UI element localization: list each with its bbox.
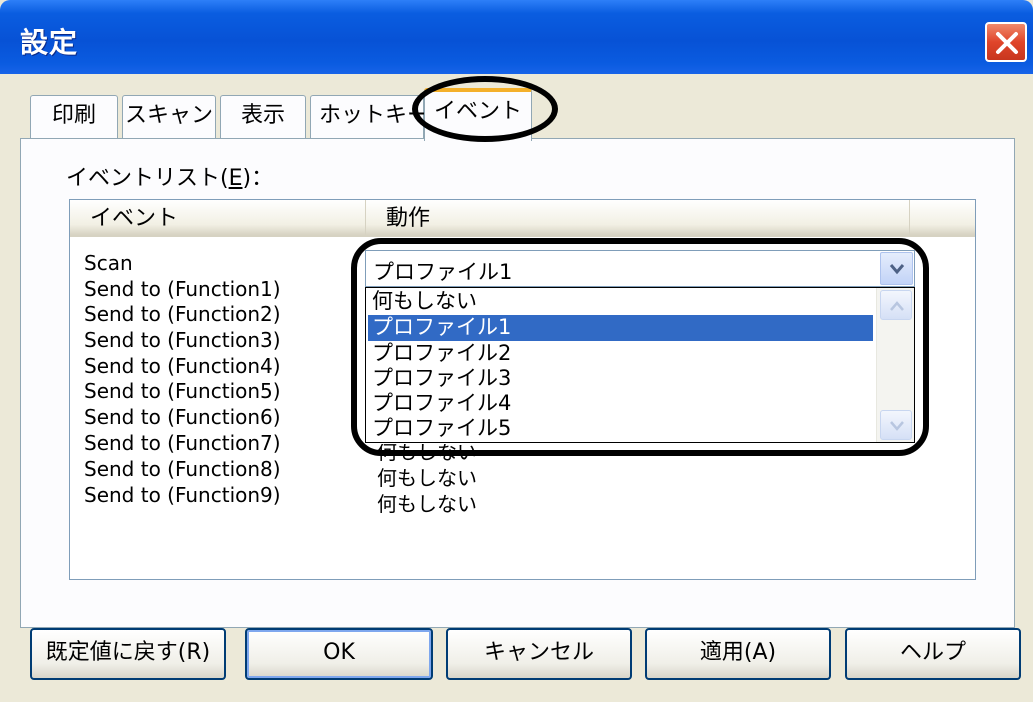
title-bar: 設定	[0, 0, 1033, 74]
list-item[interactable]: Send to (Function7)	[84, 431, 281, 455]
chevron-down-icon	[890, 421, 904, 431]
chevron-down-icon	[889, 264, 905, 275]
list-item-action[interactable]: 何もしない	[377, 488, 477, 517]
combobox-dropdown-button[interactable]	[880, 252, 913, 285]
list-item[interactable]: Send to (Function5)	[84, 379, 281, 403]
tab-hotkey[interactable]: ホットキー	[310, 95, 429, 139]
combobox-dropdown-list[interactable]: 何もしない プロファイル1 プロファイル2 プロファイル3 プロファイル4 プロ…	[365, 287, 915, 443]
scroll-down-button[interactable]	[880, 410, 912, 440]
list-item[interactable]: Send to (Function2)	[84, 302, 281, 326]
column-header-event[interactable]: イベント	[70, 200, 366, 237]
combobox-value: プロファイル1	[373, 260, 513, 284]
close-icon	[996, 32, 1018, 54]
list-header: イベント 動作	[70, 200, 975, 237]
tab-scan[interactable]: スキャン	[122, 95, 216, 139]
close-button[interactable]	[985, 22, 1027, 62]
dropdown-option[interactable]: プロファイル5	[368, 416, 873, 442]
list-item[interactable]: Send to (Function6)	[84, 405, 281, 429]
window-title: 設定	[20, 26, 79, 59]
column-header-action[interactable]: 動作	[366, 200, 910, 237]
dropdown-option[interactable]: プロファイル4	[368, 391, 873, 417]
action-combobox[interactable]: プロファイル1	[365, 250, 915, 287]
dropdown-scrollbar[interactable]	[876, 288, 914, 442]
apply-button[interactable]: 適用(A)	[645, 628, 831, 680]
list-item[interactable]: Send to (Function8)	[84, 457, 281, 481]
dropdown-option[interactable]: プロファイル2	[368, 341, 873, 367]
ok-button[interactable]: OK	[245, 628, 433, 680]
event-list-label: イベントリスト(E)：	[66, 166, 274, 191]
tab-event[interactable]: イベント	[424, 88, 532, 141]
list-item-action[interactable]: 何もしない	[377, 462, 477, 491]
list-item[interactable]: Send to (Function9)	[84, 483, 281, 507]
cancel-button[interactable]: キャンセル	[446, 628, 632, 680]
tab-display[interactable]: 表示	[220, 95, 306, 139]
help-button[interactable]: ヘルプ	[845, 628, 1021, 680]
list-item[interactable]: Send to (Function3)	[84, 328, 281, 352]
list-item[interactable]: Send to (Function4)	[84, 354, 281, 378]
reset-defaults-button[interactable]: 既定値に戻す(R)	[30, 628, 226, 680]
list-item[interactable]: Send to (Function1)	[84, 277, 281, 301]
scroll-up-button[interactable]	[880, 290, 912, 320]
dropdown-option-selected[interactable]: プロファイル1	[368, 315, 873, 341]
chevron-up-icon	[890, 301, 904, 311]
list-item[interactable]: Scan	[84, 251, 133, 275]
dropdown-option[interactable]: 何もしない	[368, 289, 873, 315]
tab-print[interactable]: 印刷	[30, 95, 118, 139]
dropdown-option[interactable]: プロファイル3	[368, 366, 873, 392]
